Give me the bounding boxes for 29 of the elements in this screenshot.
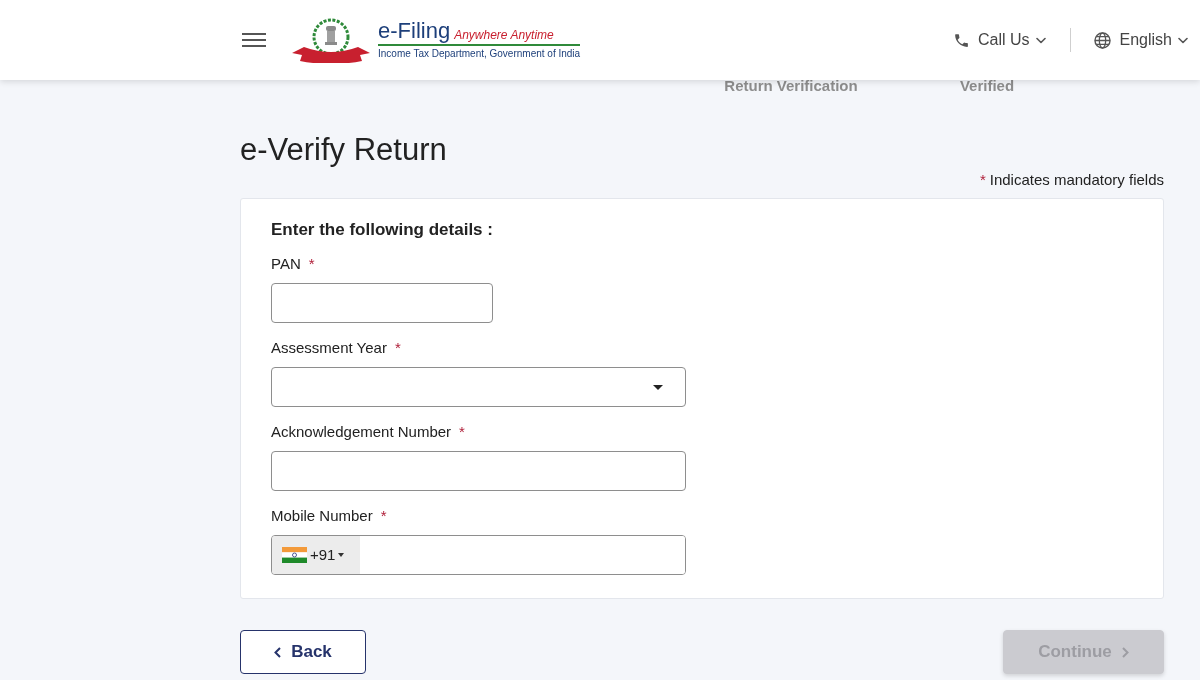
brand-subtitle: Income Tax Department, Government of India [378,48,581,60]
brand-title: e-Filing [378,20,451,42]
chevron-right-icon [1121,646,1129,658]
phone-icon [952,31,970,49]
field-label: Acknowledgement Number * [271,422,465,442]
field-label: Assessment Year * [271,338,401,358]
step-label: Verified [959,78,1015,94]
caret-down-icon [338,553,345,557]
globe-icon [1092,30,1112,50]
field-label: PAN * [271,254,315,274]
back-button[interactable]: Back [240,630,366,674]
country-code-selector[interactable]: +91 [272,536,360,574]
caret-down-icon [1178,36,1188,44]
call-us-menu[interactable]: Call Us [952,28,1046,52]
flag-icon [282,547,307,563]
brand-tagline: Anywhere Anytime [454,28,554,42]
mandatory-note: * Indicates mandatory fields [979,170,1164,190]
step-label: Return Verification [724,78,858,94]
input-field[interactable] [271,451,686,491]
language-menu[interactable]: English [1092,28,1188,52]
caret-down-icon [653,384,663,390]
field-label: Mobile Number * [271,506,387,526]
input-field[interactable] [271,283,493,323]
chevron-left-icon [274,646,282,658]
caret-down-icon [1035,36,1046,44]
phone-field[interactable]: +91 [271,535,686,575]
dropdown-field[interactable] [271,367,686,407]
form-heading: Enter the following details : [271,219,493,241]
page-title: e-Verify Return [240,132,447,168]
